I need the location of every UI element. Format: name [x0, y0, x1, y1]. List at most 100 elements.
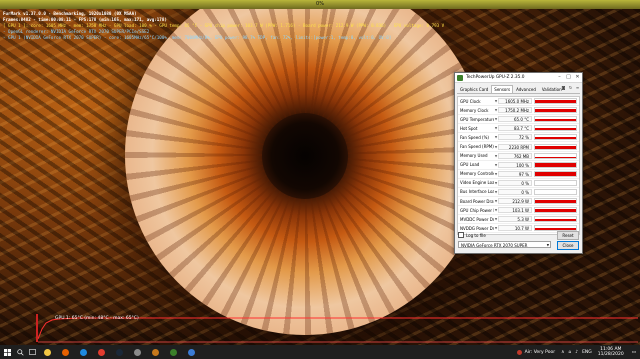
steam-icon[interactable] [110, 345, 128, 359]
settings-icon-glyph [133, 348, 141, 356]
steam-icon-glyph [115, 348, 123, 356]
sensor-graph-fill [535, 199, 576, 204]
sensor-value: 65.0 °C [498, 116, 532, 123]
sensor-graph-fill [535, 209, 576, 213]
sensor-graph [534, 134, 577, 141]
sensor-label: Bus Interface Load [460, 189, 494, 195]
eye-pupil-image [262, 113, 348, 199]
sensor-graph-fill [535, 118, 576, 122]
gpu-select-value: NVIDIA GeForce RTX 2070 SUPER [461, 243, 528, 248]
tab-graphics-card[interactable]: Graphics Card [457, 85, 491, 93]
furmark-icon[interactable] [146, 345, 164, 359]
settings-icon[interactable] [128, 345, 146, 359]
sensor-graph [534, 179, 577, 186]
minimize-icon[interactable]: – [555, 73, 564, 82]
edge-icon[interactable] [74, 345, 92, 359]
notifications-icon[interactable]: ▭ [632, 350, 636, 355]
close-icon[interactable]: ✕ [573, 73, 582, 82]
mail-icon[interactable] [182, 345, 200, 359]
furmark-stats-overlay: FurMark v1.37.0.0 - Benchmarking, 1920x1… [3, 11, 444, 41]
furmark-render: 0% FurMark v1.37.0.0 - Benchmarking, 192… [0, 0, 640, 345]
taskbar-apps [38, 345, 200, 359]
sensor-value: 0 % [498, 179, 532, 186]
chevron-up-icon[interactable]: ∧ [561, 350, 564, 355]
sensor-value: 97 % [498, 170, 532, 177]
tab-sensors[interactable]: Sensors [491, 85, 514, 93]
sensor-label: GPU Chip Power Draw [460, 207, 494, 213]
temperature-graph-label: GPU 1: 65°C (min: 48°C - max: 65°C) [55, 316, 139, 321]
sensor-graph-fill [535, 219, 576, 222]
network-icon[interactable]: ⌂ [568, 350, 571, 355]
menu-icon[interactable]: ≡ [575, 85, 580, 90]
air-quality-text[interactable]: Air: Very Poor [525, 350, 555, 355]
sensor-graph [534, 188, 577, 195]
maximize-icon[interactable]: □ [564, 73, 573, 82]
sensor-label: Video Engine Load [460, 180, 494, 186]
firefox-icon-glyph [61, 348, 69, 356]
sensor-graph-fill [535, 172, 576, 176]
gpuz-window[interactable]: TechPowerUp GPU-Z 2.35.0 – □ ✕ Graphics … [454, 72, 583, 254]
sensor-label: NVDDG Power Draw [460, 225, 494, 231]
search-icon[interactable] [14, 345, 26, 359]
chrome-icon-glyph [97, 348, 105, 356]
sensor-graph [534, 152, 577, 159]
sensor-label: GPU Temperature [460, 116, 494, 122]
task-view-icon[interactable] [26, 345, 38, 359]
refresh-icon[interactable]: ↻ [568, 85, 573, 90]
sensor-label: Memory Used [460, 153, 488, 159]
progress-text: 0% [316, 1, 324, 7]
language-indicator[interactable]: ENG [582, 350, 592, 355]
log-to-file-label: Log to file [466, 232, 486, 238]
gpuz-icon[interactable] [164, 345, 182, 359]
sensor-value: 86.9 W [498, 234, 532, 235]
close-button[interactable]: Close [557, 241, 579, 250]
reset-button[interactable]: Reset [557, 231, 579, 240]
sensor-graph [534, 198, 577, 205]
windows-logo-icon [3, 348, 11, 356]
sensor-graph-fill [535, 127, 576, 131]
camera-icon[interactable]: ◙ [561, 85, 566, 90]
gpuz-icon-glyph [169, 348, 177, 356]
file-explorer-icon[interactable] [38, 345, 56, 359]
volume-icon[interactable]: ♪ [575, 350, 578, 355]
temperature-line [38, 317, 638, 340]
gpu-select[interactable]: NVIDIA GeForce RTX 2070 SUPER ▼ [458, 241, 551, 248]
sensor-label: Memory Controller Load [460, 171, 494, 177]
start-button[interactable] [0, 345, 14, 359]
sensor-value: 212.9 W [498, 198, 532, 205]
sensor-graph-fill [535, 136, 576, 140]
gpuz-toolbar: ◙ ↻ ≡ [561, 85, 580, 90]
firefox-icon[interactable] [56, 345, 74, 359]
edge-icon-glyph [79, 348, 87, 356]
sensor-label: GPU Clock [460, 98, 481, 104]
sensor-label: GPU Load [460, 162, 480, 168]
sensor-graph [534, 125, 577, 132]
clock-date: 11/28/2020 [597, 352, 624, 357]
tab-advanced[interactable]: Advanced [513, 85, 539, 93]
sensor-value: 72 % [498, 134, 532, 141]
sensor-row: Bus Interface Load ▼ 0 % [458, 188, 579, 198]
sensor-value: 2230 RPM [498, 143, 532, 150]
chevron-down-icon: ▼ [546, 243, 549, 247]
file-explorer-icon-glyph [43, 348, 51, 356]
sensor-graph-fill [535, 162, 576, 167]
chrome-icon[interactable] [92, 345, 110, 359]
sensor-graph [534, 216, 577, 223]
gpuz-title-bar[interactable]: TechPowerUp GPU-Z 2.35.0 – □ ✕ [455, 73, 582, 83]
air-quality-icon[interactable] [516, 349, 522, 355]
log-to-file-option[interactable]: Log to file [458, 232, 486, 238]
sensor-value: 83.7 °C [498, 125, 532, 132]
sensor-graph [534, 98, 577, 105]
sensor-row: GPU Temperature ▼ 65.0 °C [458, 115, 579, 125]
sensor-value: 0 % [498, 188, 532, 195]
sensor-graph [534, 143, 577, 150]
clock[interactable]: 11:06 AM 11/28/2020 [598, 347, 624, 357]
sensor-row: Memory Used ▼ 762 MB [458, 152, 579, 161]
log-to-file-checkbox[interactable] [458, 232, 464, 238]
sensor-label: MVDDC Power Draw [460, 216, 494, 222]
sensor-row: GPU Load ▼ 100 % [458, 161, 579, 170]
sensor-row: Memory Clock ▼ 1750.2 MHz [458, 106, 579, 116]
sensor-graph-fill [535, 146, 576, 149]
sensor-row: GPU Clock ▼ 1605.0 MHz [458, 97, 579, 107]
system-tray: Air: Very Poor ∧ ⌂ ♪ ENG 11:06 AM 11/28/… [516, 345, 640, 359]
